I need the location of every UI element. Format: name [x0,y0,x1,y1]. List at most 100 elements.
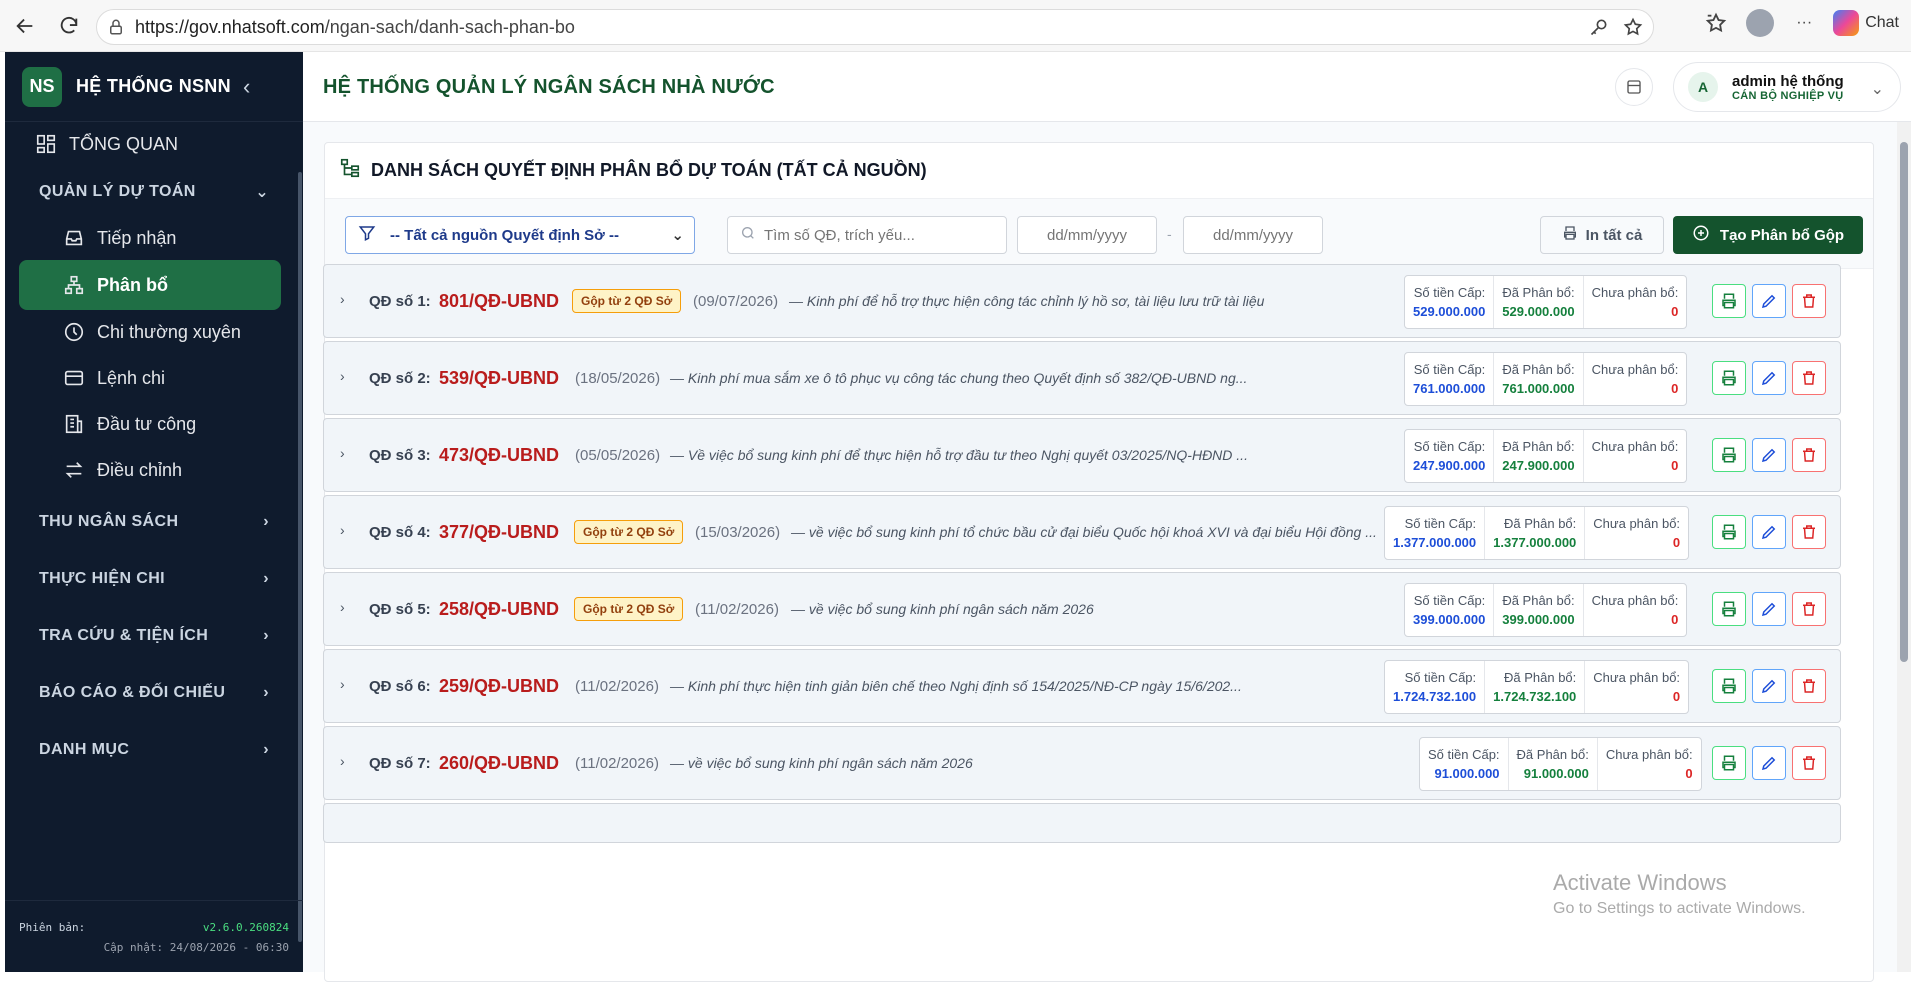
print-row-button[interactable] [1712,669,1746,703]
key-icon[interactable] [1587,15,1611,39]
sidebar-item-receive[interactable]: Tiếp nhận [5,218,303,258]
dashboard-icon [33,131,59,157]
favorites-icon[interactable] [1701,8,1731,38]
date-to-field[interactable] [1183,216,1323,254]
scrollbar-thumb[interactable] [1900,142,1908,662]
section-lookup[interactable]: TRA CỨU & TIỆN ÍCH › [5,616,303,656]
expand-chevron-icon[interactable]: › [340,445,345,461]
edit-row-button[interactable] [1752,746,1786,780]
decision-row[interactable]: › QĐ số 4: 377/QĐ-UBND Gộp từ 2 QĐ Sở (1… [323,495,1841,569]
decision-row[interactable]: › QĐ số 2: 539/QĐ-UBND (18/05/2026) — Ki… [323,341,1841,415]
section-execute-spending[interactable]: THỰC HIỆN CHI › [5,559,303,599]
search-icon [740,225,756,246]
source-filter-select[interactable]: -- Tất cả nguồn Quyết định Sở -- ⌄ [345,216,695,254]
amount-granted: 91.000.000 [1434,766,1500,781]
edit-row-button[interactable] [1752,669,1786,703]
expand-chevron-icon[interactable]: › [340,599,345,615]
create-combined-allocation-button[interactable]: Tạo Phân bổ Gộp [1673,216,1863,254]
date-from-field[interactable] [1017,216,1157,254]
refresh-icon[interactable] [50,7,88,45]
decision-row[interactable]: › QĐ số 5: 258/QĐ-UBND Gộp từ 2 QĐ Sở (1… [323,572,1841,646]
delete-row-button[interactable] [1792,592,1826,626]
chevron-right-icon: › [263,741,269,758]
decision-row-partial[interactable] [323,803,1841,843]
printer-icon [1722,601,1736,617]
expand-chevron-icon[interactable]: › [340,753,345,769]
sidebar-item-overview[interactable]: TỔNG QUAN [5,124,303,164]
chevron-down-icon: ⌄ [671,227,684,244]
page-scrollbar[interactable] [1897,122,1911,972]
delete-row-button[interactable] [1792,361,1826,395]
edit-row-button[interactable] [1752,284,1786,318]
decision-row[interactable]: › QĐ số 6: 259/QĐ-UBND (11/02/2026) — Ki… [323,649,1841,723]
profile-icon[interactable] [1745,8,1775,38]
sidebar-item-adjust[interactable]: Điều chỉnh [5,450,303,490]
section-reports[interactable]: BÁO CÁO & ĐỐI CHIẾU › [5,673,303,713]
amount-remaining: 0 [1672,535,1681,550]
print-row-button[interactable] [1712,284,1746,318]
print-row-button[interactable] [1712,361,1746,395]
print-row-button[interactable] [1712,438,1746,472]
delete-row-button[interactable] [1792,284,1826,318]
section-revenue[interactable]: THU NGÂN SÁCH › [5,502,303,542]
amount-allocated: 1.724.732.100 [1493,689,1577,704]
sidebar-item-public-investment[interactable]: Đầu tư công [5,404,303,444]
date-from-input[interactable] [1037,226,1137,244]
printer-icon [1722,678,1736,694]
edit-row-button[interactable] [1752,592,1786,626]
sidebar-item-regular-spending[interactable]: Chi thường xuyên [5,312,303,352]
chevron-right-icon: › [263,570,269,587]
search-field[interactable] [727,216,1007,254]
edit-row-button[interactable] [1752,515,1786,549]
sidebar-item-payment-order[interactable]: Lệnh chi [5,358,303,398]
address-bar[interactable]: https://gov.nhatsoft.com/ngan-sach/danh-… [96,9,1654,45]
expand-chevron-icon[interactable]: › [340,291,345,307]
clock-icon [61,319,87,345]
sidebar-title: HỆ THỐNG NSNN [76,76,231,96]
collapse-sidebar-icon[interactable]: ‹ [243,74,250,100]
star-icon[interactable] [1621,15,1645,39]
edit-row-button[interactable] [1752,438,1786,472]
trash-icon [1803,756,1815,770]
print-row-button[interactable] [1712,746,1746,780]
chat-button[interactable]: Chat [1833,10,1899,36]
delete-row-button[interactable] [1792,746,1826,780]
delete-row-button[interactable] [1792,669,1826,703]
tree-icon [339,157,361,184]
decision-number: 259/QĐ-UBND [439,676,560,696]
delete-row-button[interactable] [1792,515,1826,549]
expand-chevron-icon[interactable]: › [340,676,345,692]
printer-icon [1722,447,1736,463]
decision-number: 258/QĐ-UBND [439,599,560,619]
print-all-button[interactable]: In tất cả [1540,216,1664,254]
trash-icon [1803,448,1815,462]
pencil-icon [1761,448,1776,463]
decision-row[interactable]: › QĐ số 3: 473/QĐ-UBND (05/05/2026) — Về… [323,418,1841,492]
decision-date: (11/02/2026) [575,755,659,772]
expand-chevron-icon[interactable]: › [340,522,345,538]
expand-chevron-icon[interactable]: › [340,368,345,384]
user-menu[interactable]: A admin hệ thống CÁN BỘ NGHIỆP VỤ ⌄ [1673,62,1901,112]
delete-row-button[interactable] [1792,438,1826,472]
user-name: admin hệ thống [1732,72,1844,90]
print-row-button[interactable] [1712,592,1746,626]
back-icon[interactable] [6,7,44,45]
search-input[interactable] [764,226,994,244]
sitemap-icon [61,272,87,298]
section-catalog[interactable]: DANH MỤC › [5,730,303,770]
amount-box: Số tiền Cấp: 91.000.000 Đã Phân bổ: 91.000… [1419,737,1702,791]
more-icon[interactable]: ··· [1789,8,1819,38]
decision-row[interactable]: › QĐ số 7: 260/QĐ-UBND (11/02/2026) — về… [323,726,1841,800]
sidebar-scrollbar[interactable] [298,172,302,942]
main-content: DANH SÁCH QUYẾT ĐỊNH PHÂN BỔ DỰ TOÁN (TẤ… [303,122,1897,982]
decision-summary: — Về việc bổ sung kinh phí để thực hiện … [670,447,1248,463]
amount-remaining: 0 [1671,304,1679,319]
sidebar-item-allocate[interactable]: Phân bổ [5,265,303,305]
date-to-input[interactable] [1203,226,1303,244]
amount-remaining: 0 [1671,381,1679,396]
print-row-button[interactable] [1712,515,1746,549]
layout-toggle-icon[interactable] [1615,68,1653,106]
edit-row-button[interactable] [1752,361,1786,395]
decision-row[interactable]: › QĐ số 1: 801/QĐ-UBND Gộp từ 2 QĐ Sở (0… [323,264,1841,338]
section-budget[interactable]: QUẢN LÝ DỰ TOÁN ⌄ [5,172,303,212]
